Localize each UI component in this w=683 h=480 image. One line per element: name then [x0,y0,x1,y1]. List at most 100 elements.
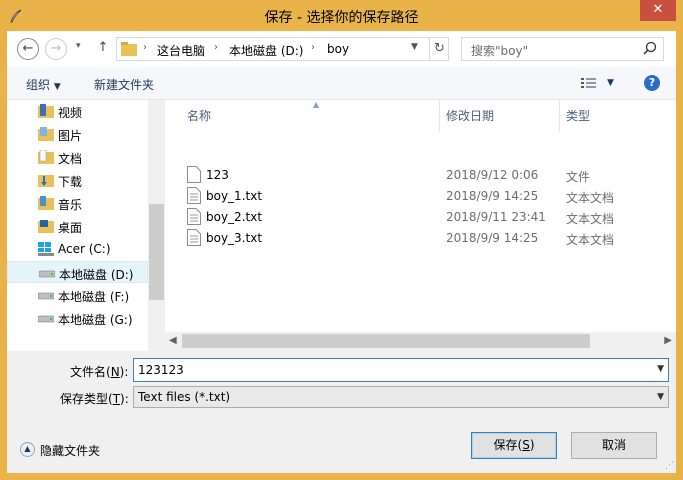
hide-folders-label: 隐藏文件夹 [40,444,101,458]
nav-item-downloads[interactable]: 下载 [7,169,148,191]
nav-item-drive-d[interactable]: 本地磁盘 (D:) [7,261,148,283]
nav-item-label: 下载 [58,175,83,189]
chevron-down-icon[interactable]: ▼ [657,364,664,374]
breadcrumb-separator: › [214,42,218,53]
file-date: 2018/9/11 23:41 [446,210,546,224]
filetype-access-key: T [112,392,121,406]
file-type: 文本文档 [566,212,615,226]
view-options-icon[interactable] [581,77,597,90]
command-bar: 组织 ▼ 新建文件夹 ▼ ? [7,67,676,100]
refresh-button[interactable]: ↻ [429,38,449,60]
recent-locations-button[interactable]: ▾ [76,41,81,51]
windows-drive-icon [38,242,54,256]
desktop-folder-icon [38,220,54,233]
new-folder-button[interactable]: 新建文件夹 [94,76,154,93]
filename-label-end: ): [119,365,129,379]
filetype-label-end: ): [120,392,129,406]
cancel-button[interactable]: 取消 [571,432,657,459]
nav-item-drive-f[interactable]: 本地磁盘 (F:) [7,284,148,306]
forward-button[interactable]: → [45,38,67,60]
scrollbar-thumb[interactable] [182,334,590,348]
resize-grip-icon[interactable]: ⋰ [665,461,674,471]
save-dialog: 保存 - 选择你的保存路径 ✕ ← → ▾ ↑ › 这台电脑 › 本地磁盘 (D… [0,0,683,480]
filetype-value: Text files (*.txt) [138,390,231,404]
column-divider[interactable] [439,100,440,132]
back-button[interactable]: ← [17,38,39,60]
scroll-left-icon[interactable]: ◀ [169,335,177,346]
search-icon[interactable] [641,39,659,59]
file-type: 文本文档 [566,191,615,205]
filename-label-text: 文件名( [70,365,111,379]
save-label: 保存( [493,438,523,452]
scrollbar-thumb[interactable] [149,204,164,300]
file-name: boy_3.txt [206,231,263,245]
filename-label: 文件名(N): [70,363,128,380]
organize-button[interactable]: 组织 ▼ [26,76,61,93]
column-header-type[interactable]: 类型 [566,107,590,124]
navigation-pane: 视频 图片 文档 下载 音乐 桌面 Acer (C:) 本地磁盘 (D:) 本地… [7,100,148,351]
file-row[interactable]: boy_3.txt 2018/9/9 14:25 文本文档 [187,228,667,248]
save-options: 文件名(N): 123123 ▼ 保存类型(T): Text files (*.… [7,351,676,473]
organize-label: 组织 [26,78,51,92]
chevron-down-icon: ▼ [657,392,664,402]
nav-item-label: Acer (C:) [58,242,111,256]
nav-item-documents[interactable]: 文档 [7,146,148,168]
title-bar[interactable]: 保存 - 选择你的保存路径 ✕ [0,0,683,32]
address-row: ← → ▾ ↑ › 这台电脑 › 本地磁盘 (D:) › boy ▼ ↻ 搜索"… [7,31,676,67]
nav-item-music[interactable]: 音乐 [7,192,148,214]
nav-item-label: 音乐 [58,198,83,212]
search-input[interactable]: 搜索"boy" [461,37,664,61]
nav-item-label: 文档 [58,152,83,166]
file-date: 2018/9/9 14:25 [446,231,539,245]
file-name: boy_1.txt [206,189,263,203]
address-dropdown-icon[interactable]: ▼ [411,42,418,52]
breadcrumb-drive-d[interactable]: 本地磁盘 (D:) [229,42,303,59]
nav-item-drive-g[interactable]: 本地磁盘 (G:) [7,307,148,329]
music-folder-icon [38,196,54,210]
file-row[interactable]: boy_2.txt 2018/9/11 23:41 文本文档 [187,207,667,227]
search-placeholder: 搜索"boy" [471,44,529,58]
drive-icon [39,270,55,278]
file-date: 2018/9/12 0:06 [446,168,539,182]
pictures-folder-icon [38,127,54,141]
nav-item-label: 视频 [58,106,83,120]
close-button[interactable]: ✕ [640,0,676,21]
column-header-name[interactable]: 名称 [187,107,211,124]
navigation-scrollbar[interactable] [148,100,165,351]
view-dropdown-icon[interactable]: ▼ [607,78,614,88]
save-label-end: ) [529,438,535,452]
text-file-icon [187,208,201,225]
drive-icon [38,292,54,300]
file-type: 文本文档 [566,233,615,247]
address-bar[interactable]: › 这台电脑 › 本地磁盘 (D:) › boy ▼ ↻ [116,37,449,61]
nav-item-desktop[interactable]: 桌面 [7,215,148,237]
column-header-date[interactable]: 修改日期 [446,107,494,124]
downloads-folder-icon [38,175,54,187]
nav-item-drive-c[interactable]: Acer (C:) [7,238,148,260]
file-icon [187,166,201,183]
filename-field[interactable]: 123123 ▼ [133,358,669,382]
nav-item-pictures[interactable]: 图片 [7,123,148,145]
file-name: 123 [206,168,229,182]
filetype-label: 保存类型(T): [60,390,129,407]
breadcrumb-boy[interactable]: boy [327,42,349,56]
file-type: 文件 [566,170,591,184]
filetype-select[interactable]: Text files (*.txt) ▼ [133,386,669,408]
file-row[interactable]: 123 2018/9/12 0:06 文件 [187,165,667,185]
browser-area: 视频 图片 文档 下载 音乐 桌面 Acer (C:) 本地磁盘 (D:) 本地… [7,100,676,351]
save-button[interactable]: 保存(S) [471,432,557,459]
file-row[interactable]: boy_1.txt 2018/9/9 14:25 文本文档 [187,186,667,206]
filename-value: 123123 [138,363,184,377]
file-list: ▲ 名称 修改日期 类型 123 2018/9/12 0:06 文件 boy_1… [165,100,676,351]
nav-item-label: 本地磁盘 (D:) [59,268,134,282]
nav-item-videos[interactable]: 视频 [7,100,148,122]
breadcrumb-this-pc[interactable]: 这台电脑 [157,42,205,59]
horizontal-scrollbar[interactable]: ◀ ▶ [165,332,676,351]
text-file-icon [187,229,201,246]
help-button[interactable]: ? [644,75,660,91]
scroll-right-icon[interactable]: ▶ [664,335,672,346]
text-file-icon [187,187,201,204]
up-button[interactable]: ↑ [92,38,114,60]
save-access-key: S [522,438,530,452]
column-divider[interactable] [559,100,560,132]
